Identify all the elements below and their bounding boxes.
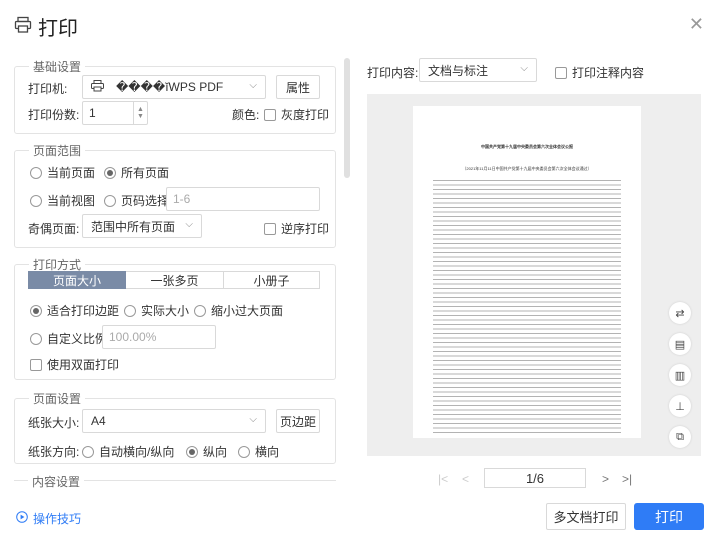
print-preview-area: 中国共产党第十九届中央委员会第六次全体会议公报 （2021年11月11日中国共产… bbox=[367, 94, 701, 456]
page-range-input[interactable]: 1-6 bbox=[166, 187, 320, 211]
tab-page-size[interactable]: 页面大小 bbox=[28, 271, 126, 289]
margin-button[interactable]: 页边距 bbox=[276, 409, 320, 433]
content-settings-legend: 内容设置 bbox=[28, 473, 85, 490]
basic-settings-legend: 基础设置 bbox=[33, 60, 82, 74]
all-pages-radio[interactable]: 所有页面 bbox=[104, 164, 169, 181]
printer-label: 打印机: bbox=[28, 82, 68, 96]
fit-margin-radio[interactable]: 适合打印边距 bbox=[30, 302, 119, 319]
properties-button[interactable]: 属性 bbox=[276, 75, 320, 99]
paper-size-select[interactable]: A4 ⌵ bbox=[82, 409, 266, 433]
print-annotations-checkbox[interactable]: 打印注释内容 bbox=[555, 64, 644, 81]
page-setup-legend: 页面设置 bbox=[33, 392, 82, 406]
dialog-title-bar: 打印 bbox=[14, 12, 78, 41]
doc-body-text bbox=[433, 178, 621, 436]
printer-select[interactable]: ����ĭWPS PDF ⌵ bbox=[82, 75, 266, 99]
stepper-arrows-icon[interactable]: ▲ ▼ bbox=[133, 102, 147, 124]
grayscale-checkbox[interactable]: 灰度打印 bbox=[264, 106, 329, 123]
chevron-down-icon: ⌵ bbox=[520, 63, 528, 74]
left-scrollbar[interactable] bbox=[344, 58, 350, 178]
scale-input[interactable]: 100.00% bbox=[102, 325, 216, 349]
page-range-legend: 页面范围 bbox=[33, 144, 82, 158]
tab-booklet[interactable]: 小册子 bbox=[224, 271, 320, 289]
chevron-down-icon: ⌵ bbox=[185, 219, 193, 230]
paper-size-label: 纸张大小: bbox=[28, 416, 80, 430]
custom-scale-radio[interactable]: 自定义比例 bbox=[30, 330, 107, 347]
print-mode-tabs: 页面大小 一张多页 小册子 bbox=[28, 271, 320, 289]
current-page-radio[interactable]: 当前页面 bbox=[30, 164, 95, 181]
page-select-radio[interactable]: 页码选择: bbox=[104, 192, 172, 209]
last-page-icon[interactable]: >| bbox=[622, 472, 632, 486]
copies-label: 打印份数: bbox=[28, 108, 80, 122]
color-label: 颜色: bbox=[232, 108, 260, 122]
orientation-label: 纸张方向: bbox=[28, 445, 80, 459]
printer-icon bbox=[14, 16, 32, 37]
print-button[interactable]: 打印 bbox=[634, 503, 704, 530]
actual-size-radio[interactable]: 实际大小 bbox=[124, 302, 189, 319]
next-page-icon[interactable]: > bbox=[602, 472, 609, 486]
portrait-radio[interactable]: 纵向 bbox=[186, 443, 227, 460]
first-page-icon[interactable]: |< bbox=[438, 472, 448, 486]
rotate-icon[interactable]: ⇄ bbox=[669, 302, 691, 324]
preview-toolbar: ⇄ ▤ ▥ ⊥ ⧉ bbox=[669, 302, 691, 457]
odd-even-label: 奇偶页面: bbox=[28, 222, 80, 236]
landscape-radio[interactable]: 横向 bbox=[238, 443, 279, 460]
print-content-select[interactable]: 文档与标注 ⌵ bbox=[419, 58, 537, 82]
copies-stepper[interactable]: 1 ▲ ▼ bbox=[82, 101, 148, 125]
page-settings-icon[interactable]: ▤ bbox=[669, 333, 691, 355]
print-content-label: 打印内容: bbox=[367, 66, 419, 80]
tab-multi-page[interactable]: 一张多页 bbox=[126, 271, 224, 289]
doc-heading: 中国共产党第十九届中央委员会第六次全体会议公报 bbox=[481, 144, 573, 149]
chevron-down-icon: ⌵ bbox=[249, 80, 257, 91]
watermark-icon[interactable]: ⧉ bbox=[669, 426, 691, 448]
page-number-input[interactable]: 1/6 bbox=[484, 468, 586, 488]
doc-subtitle: （2021年11月11日中国共产党第十九届中央委员会第六次全体会议通过） bbox=[462, 166, 592, 171]
close-icon[interactable]: ✕ bbox=[689, 14, 704, 35]
current-view-radio[interactable]: 当前视图 bbox=[30, 192, 95, 209]
crop-icon[interactable]: ⊥ bbox=[669, 395, 691, 417]
reverse-print-checkbox[interactable]: 逆序打印 bbox=[264, 220, 329, 237]
odd-even-select[interactable]: 范围中所有页面 ⌵ bbox=[82, 214, 202, 238]
duplex-checkbox[interactable]: 使用双面打印 bbox=[30, 356, 119, 373]
multi-document-print-button[interactable]: 多文档打印 bbox=[546, 503, 626, 530]
auto-orient-radio[interactable]: 自动横向/纵向 bbox=[82, 443, 174, 460]
play-circle-icon bbox=[16, 511, 28, 526]
dialog-title: 打印 bbox=[38, 18, 78, 40]
prev-page-icon[interactable]: < bbox=[462, 472, 469, 486]
preview-page: 中国共产党第十九届中央委员会第六次全体会议公报 （2021年11月11日中国共产… bbox=[413, 106, 641, 438]
tips-link[interactable]: 操作技巧 bbox=[16, 510, 81, 527]
page-export-icon[interactable]: ▥ bbox=[669, 364, 691, 386]
shrink-radio[interactable]: 缩小过大页面 bbox=[194, 302, 283, 319]
printer-icon bbox=[91, 79, 104, 95]
chevron-down-icon: ⌵ bbox=[249, 414, 257, 425]
